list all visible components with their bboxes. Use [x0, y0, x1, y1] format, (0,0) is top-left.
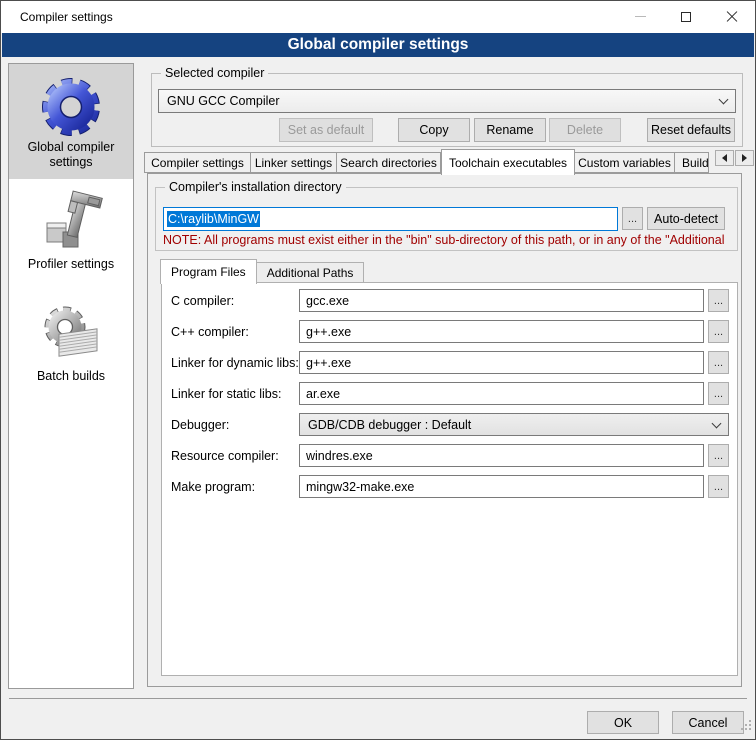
arrow-left-icon — [722, 154, 727, 162]
debugger-value: GDB/CDB debugger : Default — [308, 418, 713, 432]
tab-custom-variables[interactable]: Custom variables — [575, 152, 675, 173]
browse-static-linker-button[interactable]: ... — [708, 382, 729, 405]
settings-category-list: Global compiler settings — [8, 63, 134, 689]
page-title: Global compiler settings — [2, 33, 754, 57]
field-label: Make program: — [171, 480, 299, 494]
tab-scroll-right-button[interactable] — [735, 150, 754, 166]
field-row-c-compiler: C compiler: ... — [171, 289, 729, 312]
field-row-make-program: Make program: ... — [171, 475, 729, 498]
make-program-input[interactable] — [299, 475, 704, 498]
browse-directory-button[interactable]: ... — [622, 207, 643, 230]
copy-button[interactable]: Copy — [398, 118, 470, 142]
field-row-resource-compiler: Resource compiler: ... — [171, 444, 729, 467]
sidebar-item-label: Global compiler settings — [18, 140, 124, 170]
tab-scroll-left-button[interactable] — [715, 150, 734, 166]
dynamic-linker-input[interactable] — [299, 351, 704, 374]
compiler-settings-dialog: Compiler settings Global compiler settin… — [0, 0, 756, 740]
chevron-down-icon — [712, 418, 722, 428]
minimize-button[interactable] — [617, 1, 663, 32]
program-files-panel: C compiler: ... C++ compiler: ... Linker… — [161, 282, 738, 676]
field-row-static-linker: Linker for static libs: ... — [171, 382, 729, 405]
c-compiler-input[interactable] — [299, 289, 704, 312]
sidebar-item-batch-builds[interactable]: Batch builds — [9, 291, 133, 413]
browse-resource-compiler-button[interactable]: ... — [708, 444, 729, 467]
program-files-tab-bar: Program Files Additional Paths — [160, 258, 364, 283]
browse-dynamic-linker-button[interactable]: ... — [708, 351, 729, 374]
delete-button[interactable]: Delete — [549, 118, 621, 142]
reset-defaults-button[interactable]: Reset defaults — [647, 118, 735, 142]
title-bar[interactable]: Compiler settings — [1, 1, 755, 33]
browse-cpp-compiler-button[interactable]: ... — [708, 320, 729, 343]
bin-subdirectory-note: NOTE: All programs must exist either in … — [163, 233, 732, 247]
close-button[interactable] — [709, 1, 755, 32]
field-label: C++ compiler: — [171, 325, 299, 339]
group-label: Selected compiler — [161, 66, 268, 80]
cancel-button[interactable]: Cancel — [672, 711, 744, 734]
blue-gear-icon — [39, 74, 103, 138]
field-label: Linker for static libs: — [171, 387, 299, 401]
installation-directory-value: C:\raylib\MinGW — [167, 211, 260, 227]
field-row-dynamic-linker: Linker for dynamic libs: ... — [171, 351, 729, 374]
resize-grip[interactable] — [739, 718, 752, 736]
selected-compiler-combobox[interactable]: GNU GCC Compiler — [158, 89, 736, 113]
field-label: C compiler: — [171, 294, 299, 308]
debugger-select[interactable]: GDB/CDB debugger : Default — [299, 413, 729, 436]
settings-tab-bar: Compiler settings Linker settings Search… — [144, 149, 709, 173]
rename-button[interactable]: Rename — [474, 118, 546, 142]
footer-separator — [9, 698, 747, 699]
toolchain-executables-panel: Compiler's installation directory C:\ray… — [147, 173, 742, 687]
tab-toolchain-executables[interactable]: Toolchain executables — [441, 149, 575, 175]
tab-additional-paths[interactable]: Additional Paths — [257, 262, 365, 283]
gray-gear-stack-icon — [39, 301, 103, 365]
tab-program-files[interactable]: Program Files — [160, 259, 257, 284]
caliper-icon — [39, 189, 103, 253]
maximize-icon — [681, 12, 691, 22]
field-label: Debugger: — [171, 418, 299, 432]
minimize-icon — [635, 16, 646, 17]
resource-compiler-input[interactable] — [299, 444, 704, 467]
browse-make-program-button[interactable]: ... — [708, 475, 729, 498]
cpp-compiler-input[interactable] — [299, 320, 704, 343]
window-title: Compiler settings — [20, 10, 113, 24]
static-linker-input[interactable] — [299, 382, 704, 405]
field-row-cpp-compiler: C++ compiler: ... — [171, 320, 729, 343]
field-label: Resource compiler: — [171, 449, 299, 463]
selected-compiler-group: Selected compiler GNU GCC Compiler Set a… — [151, 73, 743, 147]
arrow-right-icon — [742, 154, 747, 162]
sidebar-item-label: Profiler settings — [18, 257, 124, 272]
close-icon — [726, 11, 738, 23]
set-as-default-button[interactable]: Set as default — [279, 118, 373, 142]
group-label: Compiler's installation directory — [165, 180, 346, 194]
sidebar-item-global-compiler-settings[interactable]: Global compiler settings — [9, 64, 133, 179]
tab-compiler-settings[interactable]: Compiler settings — [144, 152, 251, 173]
tab-build-options-clipped[interactable]: Build — [675, 152, 709, 173]
auto-detect-button[interactable]: Auto-detect — [647, 207, 725, 230]
sidebar-item-label: Batch builds — [18, 369, 124, 384]
selected-compiler-value: GNU GCC Compiler — [167, 94, 720, 108]
browse-c-compiler-button[interactable]: ... — [708, 289, 729, 312]
ok-button[interactable]: OK — [587, 711, 659, 734]
resize-grip-icon — [739, 718, 752, 731]
sidebar-item-profiler-settings[interactable]: Profiler settings — [9, 179, 133, 291]
installation-directory-group: Compiler's installation directory C:\ray… — [155, 187, 738, 251]
tab-linker-settings[interactable]: Linker settings — [251, 152, 337, 173]
chevron-down-icon — [719, 95, 729, 105]
installation-directory-input[interactable]: C:\raylib\MinGW — [163, 207, 618, 231]
field-label: Linker for dynamic libs: — [171, 356, 299, 370]
field-row-debugger: Debugger: GDB/CDB debugger : Default — [171, 413, 729, 436]
tab-search-directories[interactable]: Search directories — [337, 152, 441, 173]
maximize-button[interactable] — [663, 1, 709, 32]
